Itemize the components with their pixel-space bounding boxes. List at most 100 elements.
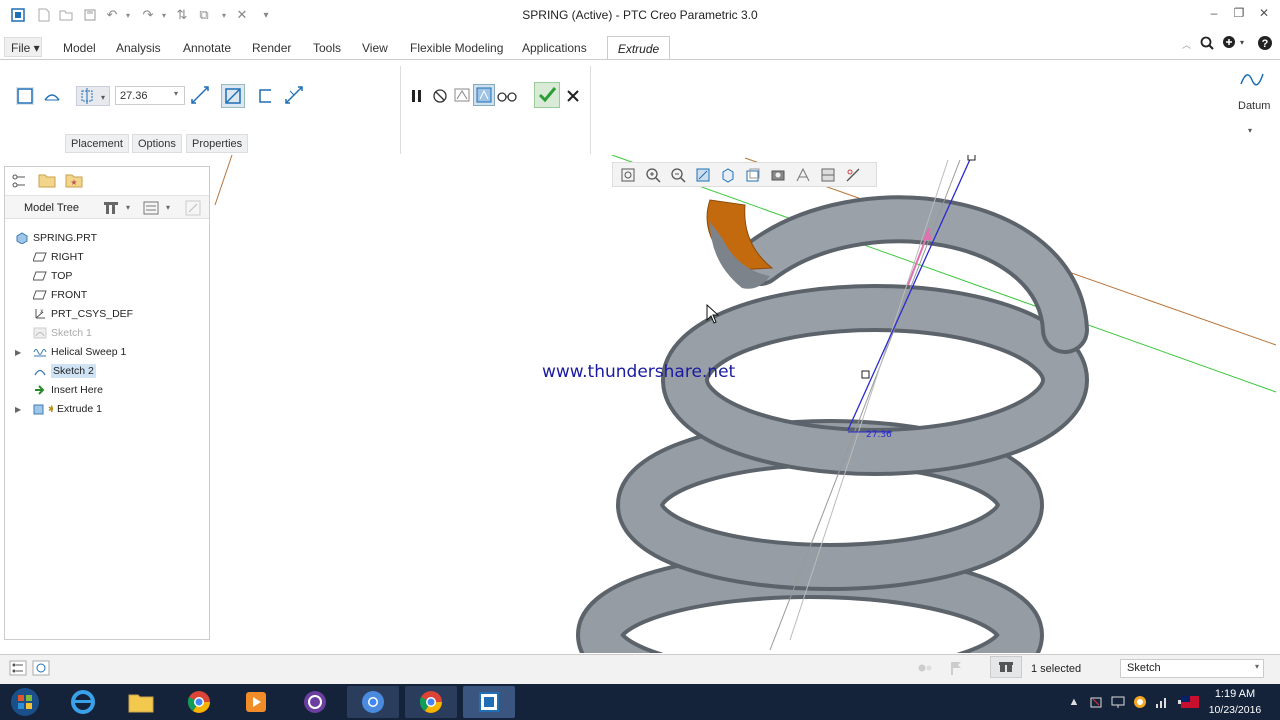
- close-button[interactable]: ✕: [1253, 6, 1275, 24]
- thicken-sketch-icon[interactable]: [256, 86, 276, 106]
- navigator-toggle-icon[interactable]: [9, 660, 27, 679]
- start-button[interactable]: [0, 686, 50, 718]
- flip-direction-icon[interactable]: [190, 85, 210, 105]
- tab-placement[interactable]: Placement: [65, 134, 129, 153]
- no-preview-icon[interactable]: [430, 86, 450, 106]
- tab-applications[interactable]: Applications: [522, 41, 587, 55]
- clock-time[interactable]: 1:19 AM: [1205, 688, 1265, 700]
- tree-item-sketch-1[interactable]: Sketch 1: [33, 324, 233, 342]
- datum-plane-icon: [33, 270, 47, 282]
- verify-mode-icon[interactable]: [497, 86, 517, 106]
- favorites-icon[interactable]: ★: [65, 172, 83, 191]
- tree-item-helical-sweep-1[interactable]: ▶ Helical Sweep 1: [15, 343, 233, 361]
- tab-options[interactable]: Options: [132, 134, 182, 153]
- chrome-window-icon[interactable]: [405, 686, 457, 718]
- creo-parametric-icon[interactable]: [463, 686, 515, 718]
- tab-render[interactable]: Render: [252, 41, 291, 55]
- regen-status-icon[interactable]: [918, 662, 936, 677]
- display-style-icon[interactable]: [717, 165, 739, 185]
- part-icon: [15, 232, 29, 244]
- extrude-icon: ✱: [33, 403, 53, 415]
- geometry-preview-icon[interactable]: [473, 84, 495, 106]
- depth-dimension-label: 27.36: [866, 430, 892, 440]
- perspective-icon[interactable]: [792, 165, 814, 185]
- restore-button[interactable]: ❐: [1228, 6, 1250, 24]
- extrude-solid-icon[interactable]: [15, 86, 35, 106]
- saved-orientations-icon[interactable]: [742, 165, 764, 185]
- view-manager-icon[interactable]: [767, 165, 789, 185]
- tree-item-spring-prt[interactable]: SPRING.PRT: [15, 229, 215, 247]
- tree-filters-icon[interactable]: [185, 200, 201, 219]
- tab-analysis[interactable]: Analysis: [116, 41, 161, 55]
- flip-material-side-icon[interactable]: [284, 85, 304, 105]
- attached-preview-icon[interactable]: [452, 85, 472, 105]
- depth-option-dropdown[interactable]: ▾: [76, 86, 110, 106]
- internet-explorer-icon[interactable]: [57, 686, 109, 718]
- tree-item-insert-here[interactable]: Insert Here: [33, 381, 233, 399]
- tree-item-right[interactable]: RIGHT: [33, 248, 233, 266]
- help-icon[interactable]: ?: [1257, 35, 1273, 54]
- action-center-icon[interactable]: [1088, 694, 1104, 710]
- datum-icon[interactable]: [1238, 66, 1266, 97]
- selection-filter-icon[interactable]: [990, 656, 1022, 678]
- community-icon[interactable]: [1222, 35, 1238, 52]
- community-dropdown-icon[interactable]: ▾: [1240, 38, 1244, 47]
- show-dropdown-icon[interactable]: ▾: [166, 203, 170, 212]
- settings-icon[interactable]: [103, 200, 119, 219]
- datum-display-icon[interactable]: [817, 165, 839, 185]
- minimize-button[interactable]: –: [1203, 6, 1225, 24]
- folder-browser-icon[interactable]: [38, 172, 56, 191]
- zoom-out-icon[interactable]: [667, 165, 689, 185]
- tab-extrude[interactable]: Extrude: [607, 36, 670, 60]
- tab-view[interactable]: View: [362, 41, 388, 55]
- zoom-in-icon[interactable]: [642, 165, 664, 185]
- tab-annotate[interactable]: Annotate: [183, 41, 231, 55]
- refit-icon[interactable]: [617, 165, 639, 185]
- file-menu[interactable]: File ▾: [11, 41, 40, 55]
- tree-item-sketch-2[interactable]: Sketch 2: [33, 362, 233, 380]
- tab-tools[interactable]: Tools: [313, 41, 341, 55]
- extrude-surface-icon[interactable]: [42, 86, 62, 106]
- media-player-icon[interactable]: [230, 686, 282, 718]
- language-flag-icon[interactable]: [1180, 694, 1200, 710]
- app-tray-icon[interactable]: [1132, 694, 1148, 710]
- torrent-client-icon[interactable]: [289, 686, 341, 718]
- minimize-ribbon-icon[interactable]: ︿: [1182, 38, 1196, 52]
- apply-ok-button[interactable]: [534, 82, 560, 108]
- expand-arrow-icon[interactable]: ▶: [15, 348, 21, 357]
- tree-item-top[interactable]: TOP: [33, 267, 233, 285]
- tree-item-front[interactable]: FRONT: [33, 286, 233, 304]
- network-icon[interactable]: [1154, 694, 1170, 710]
- annotation-display-icon[interactable]: [842, 165, 864, 185]
- display-icon[interactable]: [1110, 694, 1126, 710]
- clock-date[interactable]: 10/23/2016: [1200, 704, 1270, 716]
- datum-dropdown-icon[interactable]: ▾: [1248, 126, 1252, 135]
- svg-text:✱: ✱: [48, 405, 53, 415]
- flag-icon[interactable]: [950, 660, 964, 679]
- app-chrome-blue-icon[interactable]: [347, 686, 399, 718]
- tab-flexible-modeling[interactable]: Flexible Modeling: [410, 41, 503, 55]
- tab-properties[interactable]: Properties: [186, 134, 249, 153]
- expand-arrow-icon[interactable]: ▶: [15, 405, 21, 414]
- repaint-icon[interactable]: [692, 165, 714, 185]
- model-tree-tab-icon[interactable]: [11, 173, 27, 192]
- tree-item-extrude-1[interactable]: ▶ ✱ Extrude 1: [15, 400, 233, 418]
- tree-item-prt-csys-def[interactable]: x PRT_CSYS_DEF: [33, 305, 233, 323]
- remove-material-icon[interactable]: [221, 84, 245, 108]
- datum-label[interactable]: Datum: [1238, 100, 1270, 112]
- filter-select[interactable]: Sketch ▾: [1120, 659, 1264, 678]
- show-columns-icon[interactable]: [143, 200, 159, 219]
- settings-dropdown-icon[interactable]: ▾: [126, 203, 130, 212]
- graphics-viewport[interactable]: 27.36: [212, 155, 1280, 653]
- browser-toggle-icon[interactable]: [32, 660, 50, 679]
- depth-dropdown-icon[interactable]: ▾: [174, 89, 178, 98]
- file-explorer-icon[interactable]: [115, 686, 167, 718]
- tab-model[interactable]: Model: [63, 41, 96, 55]
- spring-model[interactable]: 27.36: [212, 155, 1280, 653]
- pause-icon[interactable]: [407, 86, 427, 106]
- cancel-button[interactable]: [563, 86, 583, 106]
- show-hidden-icons[interactable]: ▲: [1066, 694, 1082, 710]
- search-icon[interactable]: [1200, 36, 1214, 53]
- ribbon-separator: [590, 66, 591, 154]
- chrome-icon[interactable]: [173, 686, 225, 718]
